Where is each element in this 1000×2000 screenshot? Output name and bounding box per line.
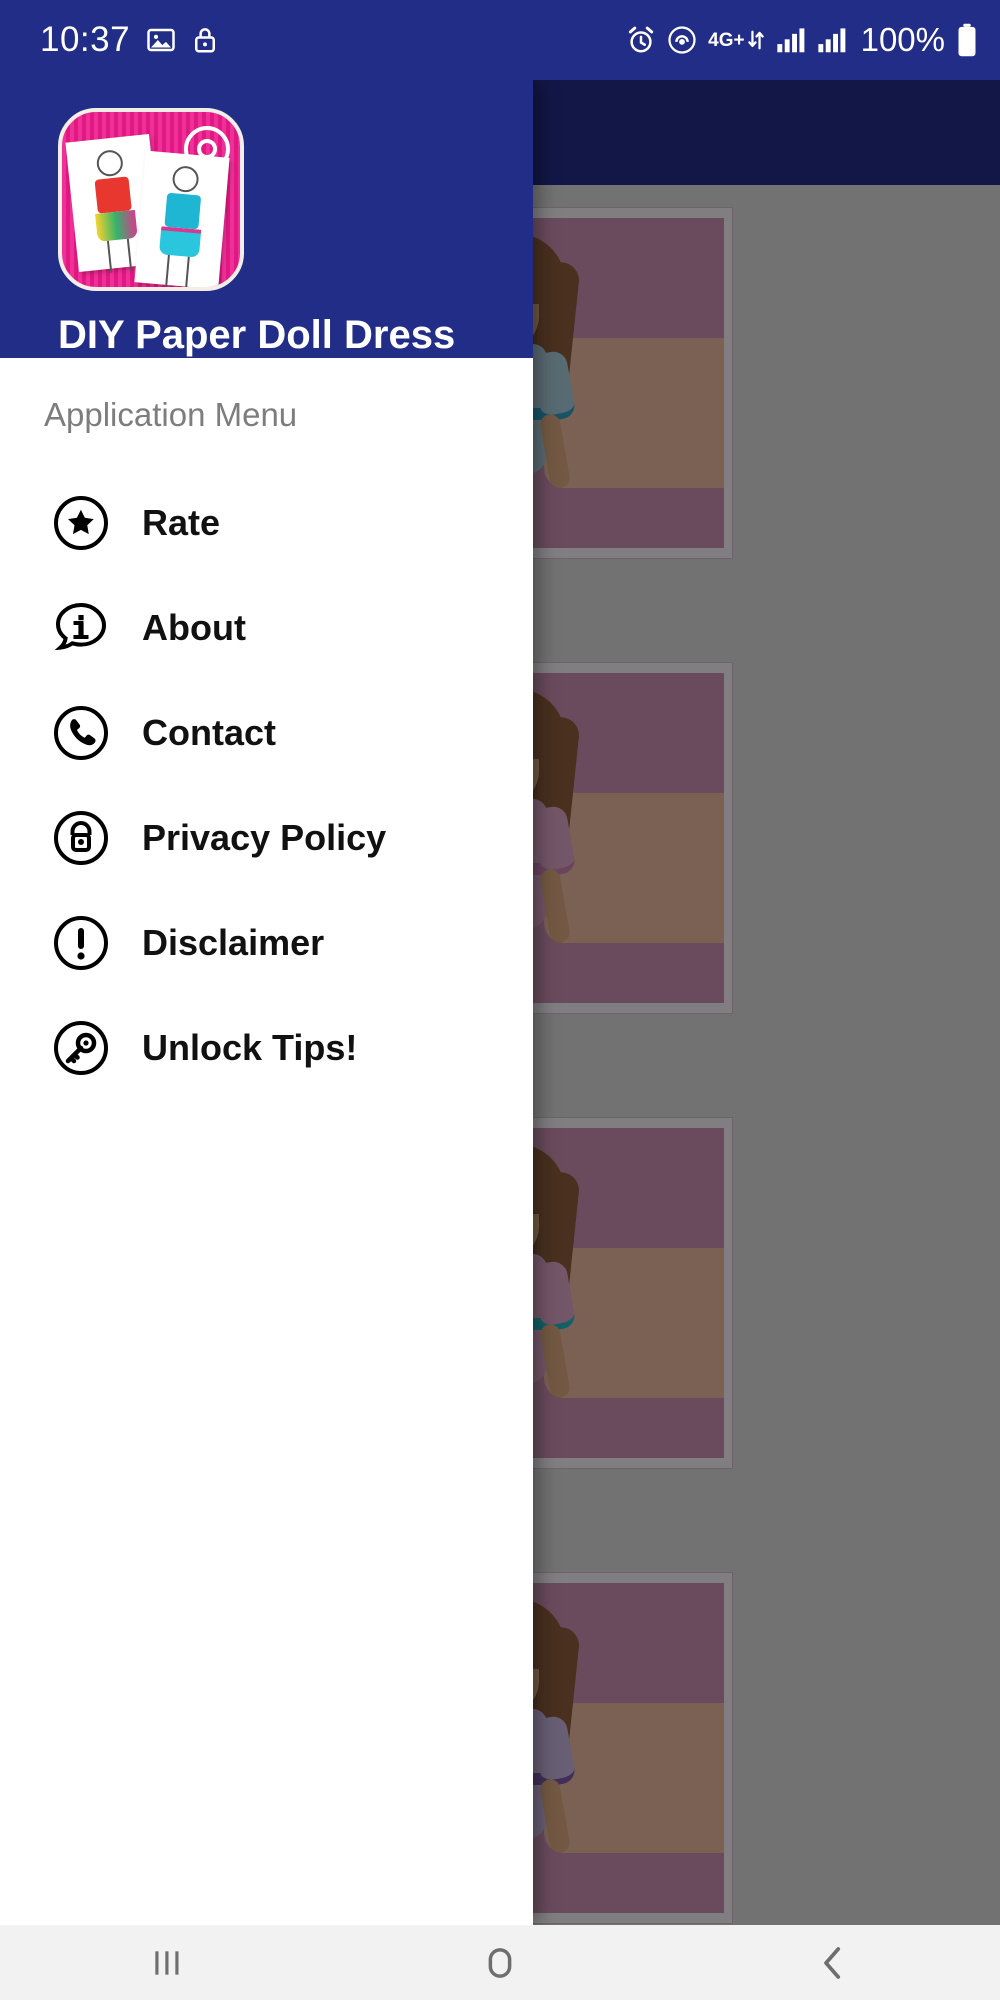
menu-item-about[interactable]: About [0,575,533,680]
paper-doll-card-2 [134,150,230,287]
menu-item-label: About [142,606,246,648]
status-bar-left: 10:37 [40,20,218,60]
home-button[interactable] [420,1925,580,2000]
menu-item-label: Disclaimer [142,921,325,963]
status-bar: 10:37 4G+ 100% [0,0,1000,80]
menu-item-label: Unlock Tips! [142,1026,358,1068]
drawer-menu-list: Rate About Contact Privacy Policy Disclaimer… [0,470,533,1100]
hotspot-icon [668,26,696,54]
lock-icon [195,28,216,53]
recents-button[interactable] [87,1925,247,2000]
phone-circle-icon [54,705,108,760]
app-icon [58,108,244,291]
menu-item-label: Privacy Policy [142,816,387,858]
home-icon [488,1947,512,1978]
back-button[interactable] [753,1925,913,2000]
phone-screen: Up Making ll Dress 2ll Dress 4ll Dress 6… [0,0,1000,2000]
target-decoration-icon [184,126,230,172]
android-navigation-bar [0,1925,1000,2000]
battery-percent: 100% [860,21,945,58]
menu-item-label: Contact [142,711,276,753]
recents-icon [154,1950,179,1975]
network-label: 4G+ [708,29,745,51]
drawer-app-title: DIY Paper Doll Dress [58,313,456,357]
lock-circle-icon [54,810,108,865]
image-icon [147,28,175,52]
key-circle-icon [54,1020,108,1075]
exclamation-circle-icon [54,915,108,970]
menu-item-disclaimer[interactable]: Disclaimer [0,890,533,995]
battery-icon [958,23,976,57]
menu-item-rate[interactable]: Rate [0,470,533,575]
menu-item-unlock-tips[interactable]: Unlock Tips! [0,995,533,1100]
navigation-drawer: DIY Paper Doll Dress Application Menu Ra… [0,80,533,1925]
info-bubble-icon [54,602,107,650]
signal-bars-icon [776,28,804,53]
alarm-icon [629,26,654,53]
network-4g-plus-icon: 4G+ [708,27,764,53]
menu-heading: Application Menu [44,396,298,433]
menu-item-contact[interactable]: Contact [0,680,533,785]
status-time: 10:37 [40,20,131,59]
menu-item-privacy-policy[interactable]: Privacy Policy [0,785,533,890]
star-circle-icon [54,495,108,550]
drawer-body: Application Menu Rate About Contact Privacy… [0,358,533,1925]
menu-item-label: Rate [142,501,221,543]
drawer-header: DIY Paper Doll Dress [0,80,533,358]
back-icon [824,1946,841,1979]
status-bar-right: 4G+ 100% [626,21,978,59]
signal-bars-2-icon [817,28,845,53]
